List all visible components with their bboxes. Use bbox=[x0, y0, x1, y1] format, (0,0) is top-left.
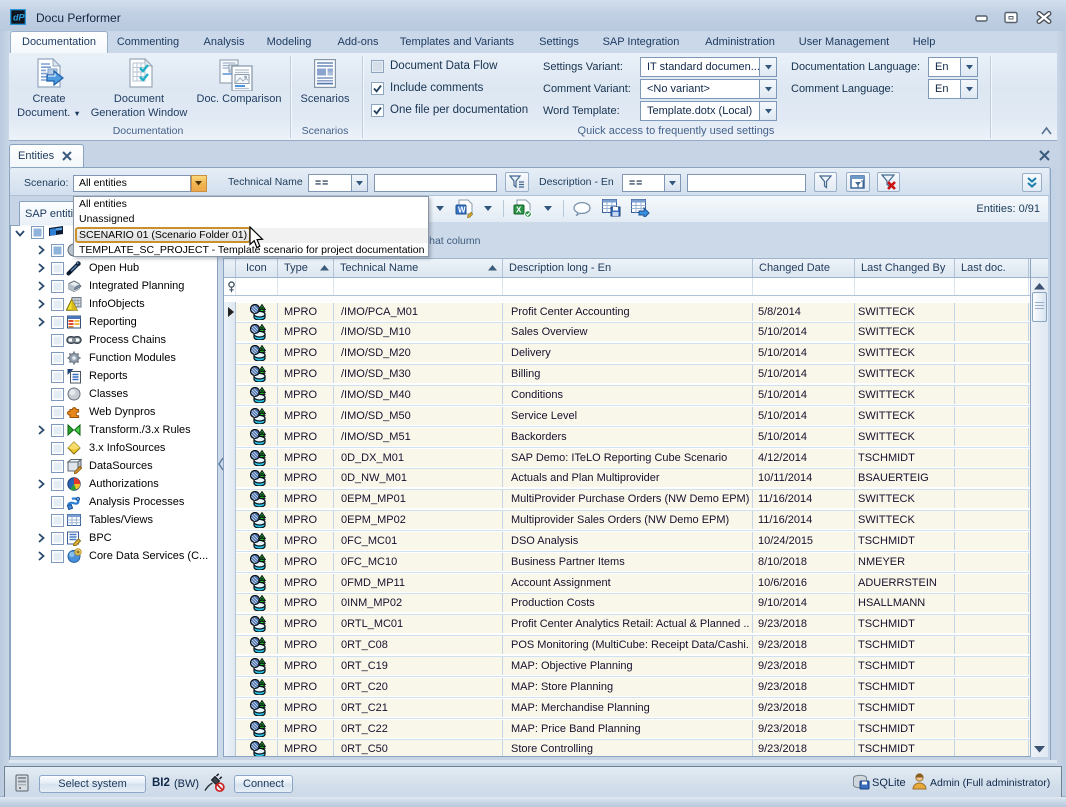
svg-text:X: X bbox=[516, 206, 522, 215]
svg-text:W: W bbox=[458, 206, 466, 215]
svg-text:dP: dP bbox=[13, 13, 25, 23]
